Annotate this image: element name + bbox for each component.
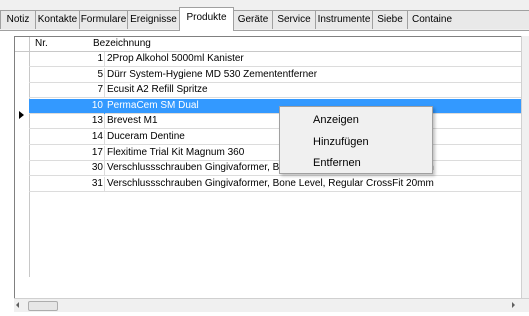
cell-nr: 17 [91,146,103,158]
tab-ereignisse[interactable]: Ereignisse [127,10,180,29]
cell-nr: 5 [97,68,103,80]
cell-nr: 14 [91,131,103,142]
cell-bezeichnung: Ecusit A2 Refill Spritze [107,84,208,96]
scroll-left-arrow-icon[interactable] [16,302,19,308]
column-separator [104,161,105,177]
column-header-bezeichnung[interactable]: Bezeichnung [93,38,151,49]
tab-notiz[interactable]: Notiz [0,10,36,29]
cell-bezeichnung: Duceram Dentine [107,131,185,142]
cell-nr: 7 [97,84,103,96]
tab-kontakte[interactable]: Kontakte [35,10,80,29]
horizontal-scrollbar[interactable] [14,298,529,312]
menu-item-hinzufuegen[interactable]: Hinzufügen [313,136,369,148]
column-separator [104,98,105,114]
column-separator [104,130,105,145]
current-row-arrow-icon [19,111,24,119]
cell-nr: 1 [97,53,103,64]
vertical-scroll-grip-icon[interactable] [523,166,529,174]
table-row[interactable]: 7 Ecusit A2 Refill Spritze [29,83,529,99]
table-row[interactable]: 1 2Prop Alkohol 5000ml Kanister [29,52,529,67]
context-menu: Anzeigen Hinzufügen Entfernen [279,106,433,174]
tab-instrumente[interactable]: Instrumente [315,10,373,29]
tab-service[interactable]: Service [272,10,316,29]
cell-nr: 30 [91,162,103,174]
tab-produkte[interactable]: Produkte [179,7,234,31]
tab-siebe[interactable]: Siebe [372,10,408,29]
column-separator [104,176,105,192]
menu-item-anzeigen[interactable]: Anzeigen [313,114,359,126]
table-row[interactable]: 5 Dürr System-Hygiene MD 530 Zemententfer… [29,67,529,83]
cell-bezeichnung: Verschlussschrauben Gingivaformer, Bone … [107,177,434,189]
cell-nr: 10 [91,99,103,111]
grid-header: Nr. Bezeichnung [15,37,529,52]
scroll-right-arrow-icon[interactable] [512,302,515,308]
column-separator [104,83,105,99]
tab-bar: Notiz Kontakte Formulare Ereignisse Produkte… [0,0,529,31]
products-grid[interactable]: Nr. Bezeichnung 1 2Prop Alkohol 5000ml Ka… [14,36,529,312]
column-separator [104,114,105,130]
cell-bezeichnung: 2Prop Alkohol 5000ml Kanister [107,53,244,64]
cell-bezeichnung: Dürr System-Hygiene MD 530 Zemententfern… [107,68,318,80]
cell-nr: 31 [91,177,103,189]
tab-formulare[interactable]: Formulare [79,10,128,29]
table-row[interactable]: 31 Verschlussschrauben Gingivaformer, Bon… [29,176,529,192]
horizontal-scroll-thumb[interactable] [28,301,58,311]
row-indicator-column [15,37,30,277]
menu-item-entfernen[interactable]: Entfernen [313,157,361,169]
cell-bezeichnung: PermaCem SM Dual [107,99,199,111]
vertical-scrollbar[interactable] [521,36,529,312]
tab-geräte[interactable]: Geräte [233,10,273,29]
cell-nr: 13 [91,115,103,127]
cell-bezeichnung: Flexitime Trial Kit Magnum 360 [107,146,245,158]
tab-containe[interactable]: Containe [407,10,529,29]
cell-bezeichnung: Brevest M1 [107,115,158,127]
column-separator [104,67,105,83]
column-separator [104,52,105,67]
column-header-nr[interactable]: Nr. [35,38,48,49]
column-separator [104,145,105,161]
